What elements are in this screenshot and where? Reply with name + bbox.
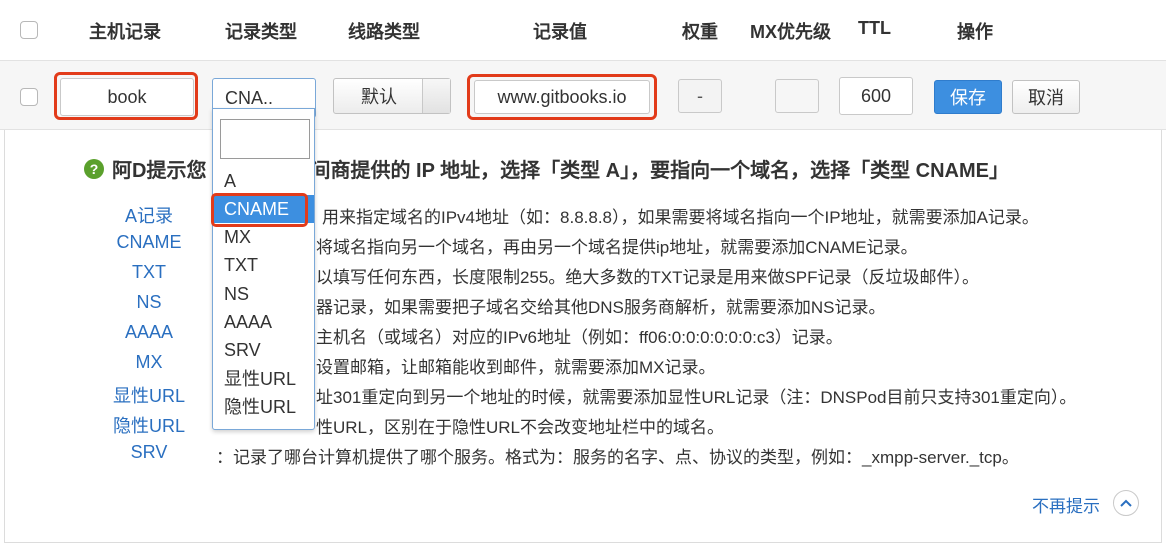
mx-priority-input[interactable] [775, 79, 819, 113]
weight-input[interactable]: - [678, 79, 722, 113]
dropdown-option-aaaa[interactable]: AAAA [213, 308, 314, 336]
dropdown-option-mx[interactable]: MX [213, 223, 314, 251]
ttl-input[interactable]: 600 [839, 77, 913, 115]
tip-title-part1: 阿D提示您 [112, 160, 207, 182]
line-type-caret-icon [422, 79, 450, 113]
header-mx-priority: MX优先级 [750, 22, 831, 42]
dropdown-option-a[interactable]: A [213, 167, 314, 195]
cancel-button[interactable]: 取消 [1012, 80, 1080, 114]
header-line: 线路类型 [348, 22, 420, 42]
header-weight: 权重 [682, 22, 718, 42]
record-help-desc-explicit-url: 址301重定向到另一个地址的时候，就需要添加显性URL记录（注：DNSPod目前… [316, 388, 1077, 407]
host-highlight [54, 72, 198, 120]
record-help-name-mx[interactable]: MX [96, 352, 202, 373]
line-type-label: 默认 [361, 87, 397, 107]
dropdown-option-explicit-url[interactable]: 显性URL [213, 365, 314, 393]
record-help-desc-a: 用来指定域名的IPv4地址（如：8.8.8.8），如果需要将域名指向一个IP地址… [322, 208, 1039, 227]
record-help-name-aaaa[interactable]: AAAA [96, 322, 202, 343]
tip-title-part2: 间商提供的 IP 地址，选择「类型 A」，要指向一个域名，选择「类型 CNAME… [310, 160, 1009, 182]
record-help-name-cname[interactable]: CNAME [96, 232, 202, 253]
header-action: 操作 [957, 22, 993, 42]
record-type-dropdown: A CNAME MX TXT NS AAAA SRV 显性URL 隐性URL [212, 108, 315, 430]
dropdown-search-input[interactable] [220, 119, 310, 159]
header-value: 记录值 [533, 22, 587, 42]
record-help-desc-mx: 设置邮箱，让邮箱能收到邮件，就需要添加MX记录。 [316, 358, 716, 377]
record-help-desc-cname: 将域名指向另一个域名，再由另一个域名提供ip地址，就需要添加CNAME记录。 [316, 238, 918, 257]
line-type-select[interactable]: 默认 [333, 78, 451, 114]
header-ttl: TTL [858, 18, 891, 38]
dropdown-option-txt[interactable]: TXT [213, 251, 314, 279]
record-help-name-srv[interactable]: SRV [96, 442, 202, 463]
record-help-name-txt[interactable]: TXT [96, 262, 202, 283]
row-checkbox[interactable] [20, 88, 38, 106]
dropdown-option-srv[interactable]: SRV [213, 336, 314, 364]
record-type-selected: CNA.. [225, 87, 274, 108]
save-button[interactable]: 保存 [934, 80, 1002, 114]
no-more-tip-link[interactable]: 不再提示 [1032, 492, 1100, 517]
select-all-checkbox[interactable] [20, 21, 38, 39]
dropdown-option-implicit-url[interactable]: 隐性URL [213, 393, 314, 421]
record-help-name-implicit-url[interactable]: 隐性URL [96, 412, 202, 438]
record-value-highlight [467, 74, 657, 120]
cname-option-highlight [211, 193, 308, 227]
record-help-desc-implicit-url: 性URL，区别在于隐性URL不会改变地址栏中的域名。 [316, 418, 725, 437]
record-help-desc-srv: ：记录了哪台计算机提供了哪个服务。格式为：服务的名字、点、协议的类型，例如：_x… [216, 448, 1019, 467]
record-help-name-a[interactable]: A记录 [96, 202, 202, 228]
record-help-name-ns[interactable]: NS [96, 292, 202, 313]
record-help-desc-aaaa: 主机名（或域名）对应的IPv6地址（例如：ff06:0:0:0:0:0:0:c3… [316, 328, 843, 347]
record-help-desc-txt: 以填写任何东西，长度限制255。绝大多数的TXT记录是用来做SPF记录（反垃圾邮… [316, 268, 980, 287]
dropdown-option-ns[interactable]: NS [213, 280, 314, 308]
record-help-desc-ns: 器记录，如果需要把子域名交给其他DNS服务商解析，就需要添加NS记录。 [316, 298, 886, 317]
header-type: 记录类型 [225, 22, 297, 42]
question-icon: ? [84, 158, 104, 179]
chevron-up-icon[interactable] [1113, 490, 1139, 516]
record-help-name-explicit-url[interactable]: 显性URL [96, 382, 202, 408]
header-host: 主机记录 [89, 22, 161, 42]
